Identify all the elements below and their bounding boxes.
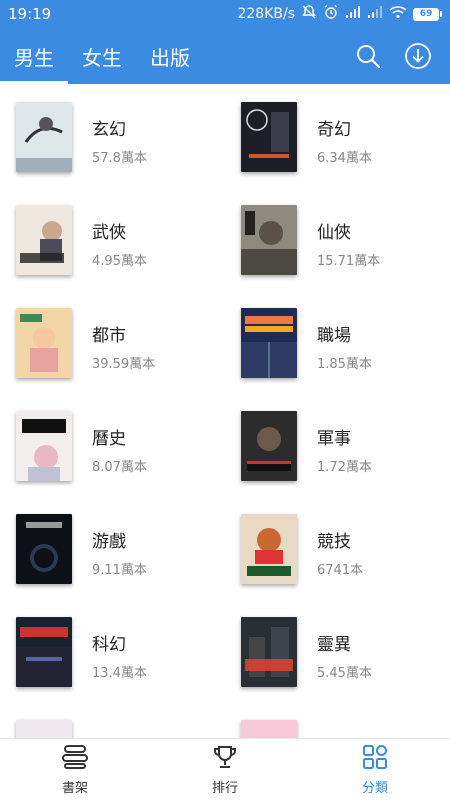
category-count: 13.4萬本 <box>92 666 147 681</box>
category-count: 5.45萬本 <box>317 666 372 681</box>
category-item[interactable]: 曆史 8.07萬本 <box>0 393 225 496</box>
download-button[interactable] <box>404 42 432 70</box>
mute-icon <box>301 4 317 24</box>
network-speed: 228KB/s <box>237 6 295 22</box>
category-name: 武俠 <box>92 223 126 243</box>
header-actions <box>354 42 450 70</box>
category-count: 9.11萬本 <box>92 563 147 578</box>
book-cover <box>241 205 297 275</box>
top-tab-bar: 男生 女生 出版 <box>0 28 450 84</box>
category-name: 競技 <box>317 532 351 552</box>
wifi-icon <box>389 5 407 23</box>
book-cover <box>16 514 72 584</box>
tab-1[interactable]: 女生 <box>68 28 136 84</box>
status-bar: 19:19 228KB/s 69 <box>0 0 450 28</box>
category-count: 4.95萬本 <box>92 254 147 269</box>
signal-icon <box>345 5 361 23</box>
nav-label: 書架 <box>61 780 88 796</box>
category-name: 都市 <box>92 326 126 346</box>
battery-icon: 69 <box>413 7 442 21</box>
book-cover <box>241 514 297 584</box>
tab-0[interactable]: 男生 <box>0 28 68 84</box>
category-item[interactable]: 都市 39.59萬本 <box>0 290 225 393</box>
category-count: 6741本 <box>317 563 364 578</box>
search-button[interactable] <box>354 42 382 70</box>
gender-tabs: 男生 女生 出版 <box>0 28 204 84</box>
nav-item-1[interactable]: 排行 <box>150 739 300 800</box>
book-cover <box>241 617 297 687</box>
category-item[interactable]: 競技 6741本 <box>225 496 450 599</box>
category-name: 奇幻 <box>317 120 351 140</box>
book-cover <box>241 720 297 738</box>
category-name: 玄幻 <box>92 120 126 140</box>
category-item[interactable]: 武俠 4.95萬本 <box>0 187 225 290</box>
category-count: 15.71萬本 <box>317 254 381 269</box>
book-cover <box>241 102 297 172</box>
category-count: 39.59萬本 <box>92 357 156 372</box>
book-cover <box>16 102 72 172</box>
status-time: 19:19 <box>8 5 52 23</box>
category-count: 6.34萬本 <box>317 151 372 166</box>
category-name: 曆史 <box>92 429 126 449</box>
category-grid: 玄幻 57.8萬本 奇幻 6.34萬本武俠 4.95萬本 仙俠 15.71萬本都市 39.59… <box>0 84 450 738</box>
category-grid-icon <box>362 744 388 774</box>
bottom-nav: 書架 排行 分類 <box>0 738 450 800</box>
category-count: 1.72萬本 <box>317 460 372 475</box>
battery-level: 69 <box>413 7 439 21</box>
category-item[interactable]: 軍事 1.72萬本 <box>225 393 450 496</box>
nav-label: 排行 <box>211 780 238 796</box>
bookshelf-icon <box>61 744 89 774</box>
book-cover <box>16 308 72 378</box>
category-name: 科幻 <box>92 635 126 655</box>
category-item[interactable]: 奇幻 6.34萬本 <box>225 84 450 187</box>
category-name: 職場 <box>317 326 351 346</box>
search-icon <box>357 45 381 69</box>
nav-item-2[interactable]: 分類 <box>300 739 450 800</box>
book-cover <box>241 308 297 378</box>
category-name: 靈異 <box>317 635 351 655</box>
category-item[interactable]: 二次 <box>0 702 225 738</box>
nav-label: 分類 <box>361 780 388 796</box>
download-icon <box>405 43 431 69</box>
book-cover <box>16 617 72 687</box>
category-item[interactable]: 輕小說 <box>225 702 450 738</box>
category-item[interactable]: 游戲 9.11萬本 <box>0 496 225 599</box>
book-cover <box>16 720 72 738</box>
category-count: 8.07萬本 <box>92 460 147 475</box>
nav-item-0[interactable]: 書架 <box>0 739 150 800</box>
category-count: 57.8萬本 <box>92 151 147 166</box>
trophy-icon <box>211 744 239 774</box>
book-cover <box>16 411 72 481</box>
tab-2[interactable]: 出版 <box>136 28 204 84</box>
category-item[interactable]: 職場 1.85萬本 <box>225 290 450 393</box>
book-cover <box>16 205 72 275</box>
category-item[interactable]: 靈異 5.45萬本 <box>225 599 450 702</box>
category-item[interactable]: 科幻 13.4萬本 <box>0 599 225 702</box>
category-item[interactable]: 玄幻 57.8萬本 <box>0 84 225 187</box>
category-name: 軍事 <box>317 429 351 449</box>
signal-icon <box>367 5 383 23</box>
book-cover <box>241 411 297 481</box>
category-name: 仙俠 <box>317 223 351 243</box>
category-name: 游戲 <box>92 532 126 552</box>
category-item[interactable]: 仙俠 15.71萬本 <box>225 187 450 290</box>
alarm-icon <box>323 4 339 24</box>
status-right: 228KB/s 69 <box>237 4 442 24</box>
category-count: 1.85萬本 <box>317 357 372 372</box>
